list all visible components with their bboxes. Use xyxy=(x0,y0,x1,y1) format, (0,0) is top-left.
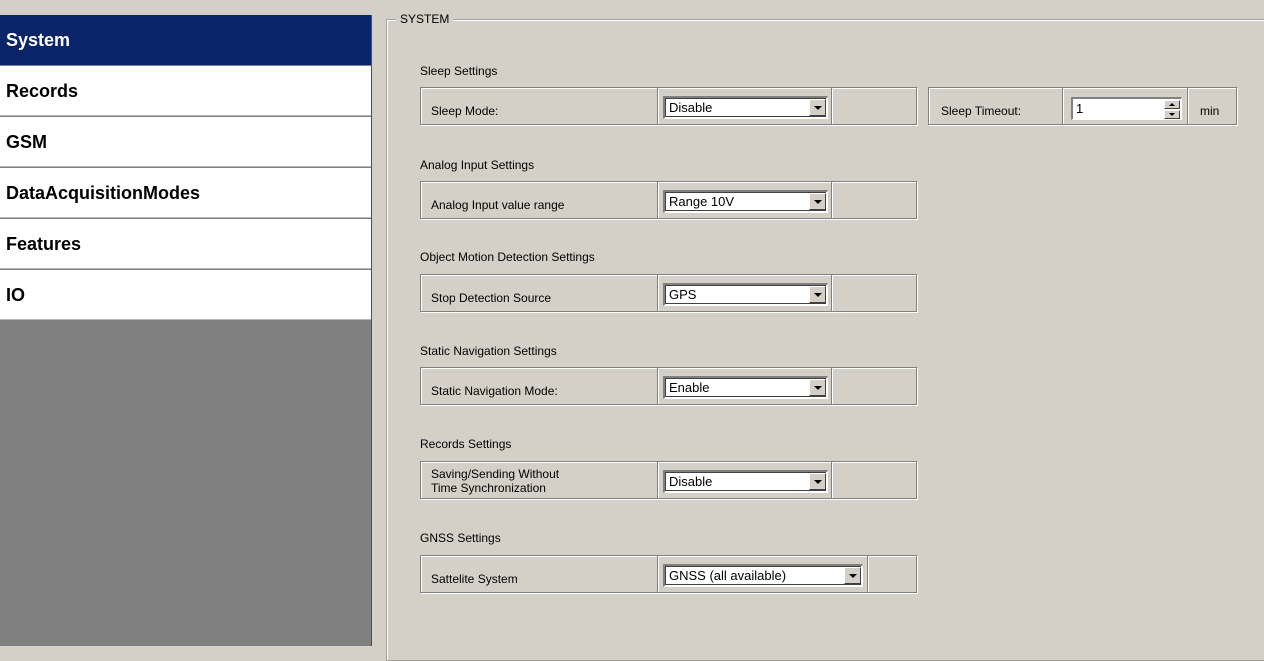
sleep-timeout-label: Sleep Timeout: xyxy=(941,104,1022,118)
section-title-static-nav: Static Navigation Settings xyxy=(420,344,557,358)
arrow-up-icon xyxy=(1169,103,1175,106)
sleep-mode-row: Sleep Mode: Disable xyxy=(420,87,917,125)
cell-divider xyxy=(657,88,658,124)
sidebar-item-io[interactable]: IO xyxy=(0,270,371,320)
analog-range-value: Range 10V xyxy=(669,194,735,209)
spin-up-button[interactable] xyxy=(1164,100,1180,109)
sidebar-item-system[interactable]: System xyxy=(0,15,371,65)
chevron-down-icon xyxy=(814,106,822,110)
cell-divider xyxy=(831,462,832,498)
section-title-sleep: Sleep Settings xyxy=(420,64,498,78)
chevron-down-icon xyxy=(814,200,822,204)
cell-divider xyxy=(657,275,658,311)
cell-divider xyxy=(1062,88,1063,124)
cell-divider xyxy=(831,368,832,404)
cell-divider xyxy=(1187,88,1188,124)
chevron-down-icon xyxy=(814,293,822,297)
sidebar-item-data-acquisition-modes[interactable]: DataAcquisitionModes xyxy=(0,168,371,218)
sleep-mode-value: Disable xyxy=(669,100,713,115)
sidebar-item-features[interactable]: Features xyxy=(0,219,371,269)
sidebar-item-records[interactable]: Records xyxy=(0,66,371,116)
cell-divider xyxy=(657,556,658,592)
gnss-dropdown-button[interactable] xyxy=(844,567,861,584)
cell-divider xyxy=(831,275,832,311)
stop-detection-label: Stop Detection Source xyxy=(431,291,552,305)
sleep-timeout-spinner[interactable]: 1 xyxy=(1071,97,1182,120)
sleep-timeout-unit: min xyxy=(1200,104,1220,118)
static-nav-dropdown-button[interactable] xyxy=(809,379,826,396)
analog-range-dropdown-button[interactable] xyxy=(809,193,826,210)
gnss-label: Sattelite System xyxy=(431,572,518,586)
sleep-timeout-value: 1 xyxy=(1076,101,1084,116)
records-sync-select[interactable]: Disable xyxy=(663,470,828,493)
sleep-mode-dropdown-button[interactable] xyxy=(809,99,826,116)
sidebar: System Records GSM DataAcquisitionModes … xyxy=(0,15,372,646)
cell-divider xyxy=(657,368,658,404)
static-nav-label: Static Navigation Mode: xyxy=(431,384,558,398)
stop-detection-row: Stop Detection Source GPS xyxy=(420,274,917,312)
cell-divider xyxy=(831,88,832,124)
cell-divider xyxy=(657,462,658,498)
sleep-mode-select[interactable]: Disable xyxy=(663,96,828,119)
section-title-gnss: GNSS Settings xyxy=(420,531,501,545)
static-nav-select[interactable]: Enable xyxy=(663,376,828,399)
records-sync-value: Disable xyxy=(669,474,713,489)
records-sync-label-line1: Saving/Sending Without xyxy=(431,467,560,481)
gnss-value: GNSS (all available) xyxy=(669,568,787,583)
gnss-row: Sattelite System GNSS (all available) xyxy=(420,555,917,593)
chevron-down-icon xyxy=(814,480,822,484)
records-sync-dropdown-button[interactable] xyxy=(809,473,826,490)
analog-range-label: Analog Input value range xyxy=(431,198,565,212)
records-sync-label-line2: Time Synchronization xyxy=(431,481,546,495)
stop-detection-dropdown-button[interactable] xyxy=(809,286,826,303)
stop-detection-select[interactable]: GPS xyxy=(663,283,828,306)
spin-down-button[interactable] xyxy=(1164,110,1180,119)
cell-divider xyxy=(831,182,832,218)
section-title-motion: Object Motion Detection Settings xyxy=(420,250,595,264)
arrow-down-icon xyxy=(1169,113,1175,116)
static-nav-value: Enable xyxy=(669,380,710,395)
gnss-select[interactable]: GNSS (all available) xyxy=(663,564,863,587)
sidebar-item-gsm[interactable]: GSM xyxy=(0,117,371,167)
section-title-analog: Analog Input Settings xyxy=(420,158,535,172)
records-sync-row: Saving/Sending Without Time Synchronizat… xyxy=(420,461,917,499)
chevron-down-icon xyxy=(814,386,822,390)
cell-divider xyxy=(657,182,658,218)
analog-range-row: Analog Input value range Range 10V xyxy=(420,181,917,219)
sleep-mode-label: Sleep Mode: xyxy=(431,104,499,118)
static-nav-row: Static Navigation Mode: Enable xyxy=(420,367,917,405)
section-title-records: Records Settings xyxy=(420,437,512,451)
group-title: SYSTEM xyxy=(396,11,454,27)
sidebar-top-strip xyxy=(0,0,372,15)
chevron-down-icon xyxy=(849,574,857,578)
cell-divider xyxy=(867,556,868,592)
spinner-buttons xyxy=(1164,100,1180,119)
stop-detection-value: GPS xyxy=(669,287,697,302)
analog-range-select[interactable]: Range 10V xyxy=(663,190,828,213)
